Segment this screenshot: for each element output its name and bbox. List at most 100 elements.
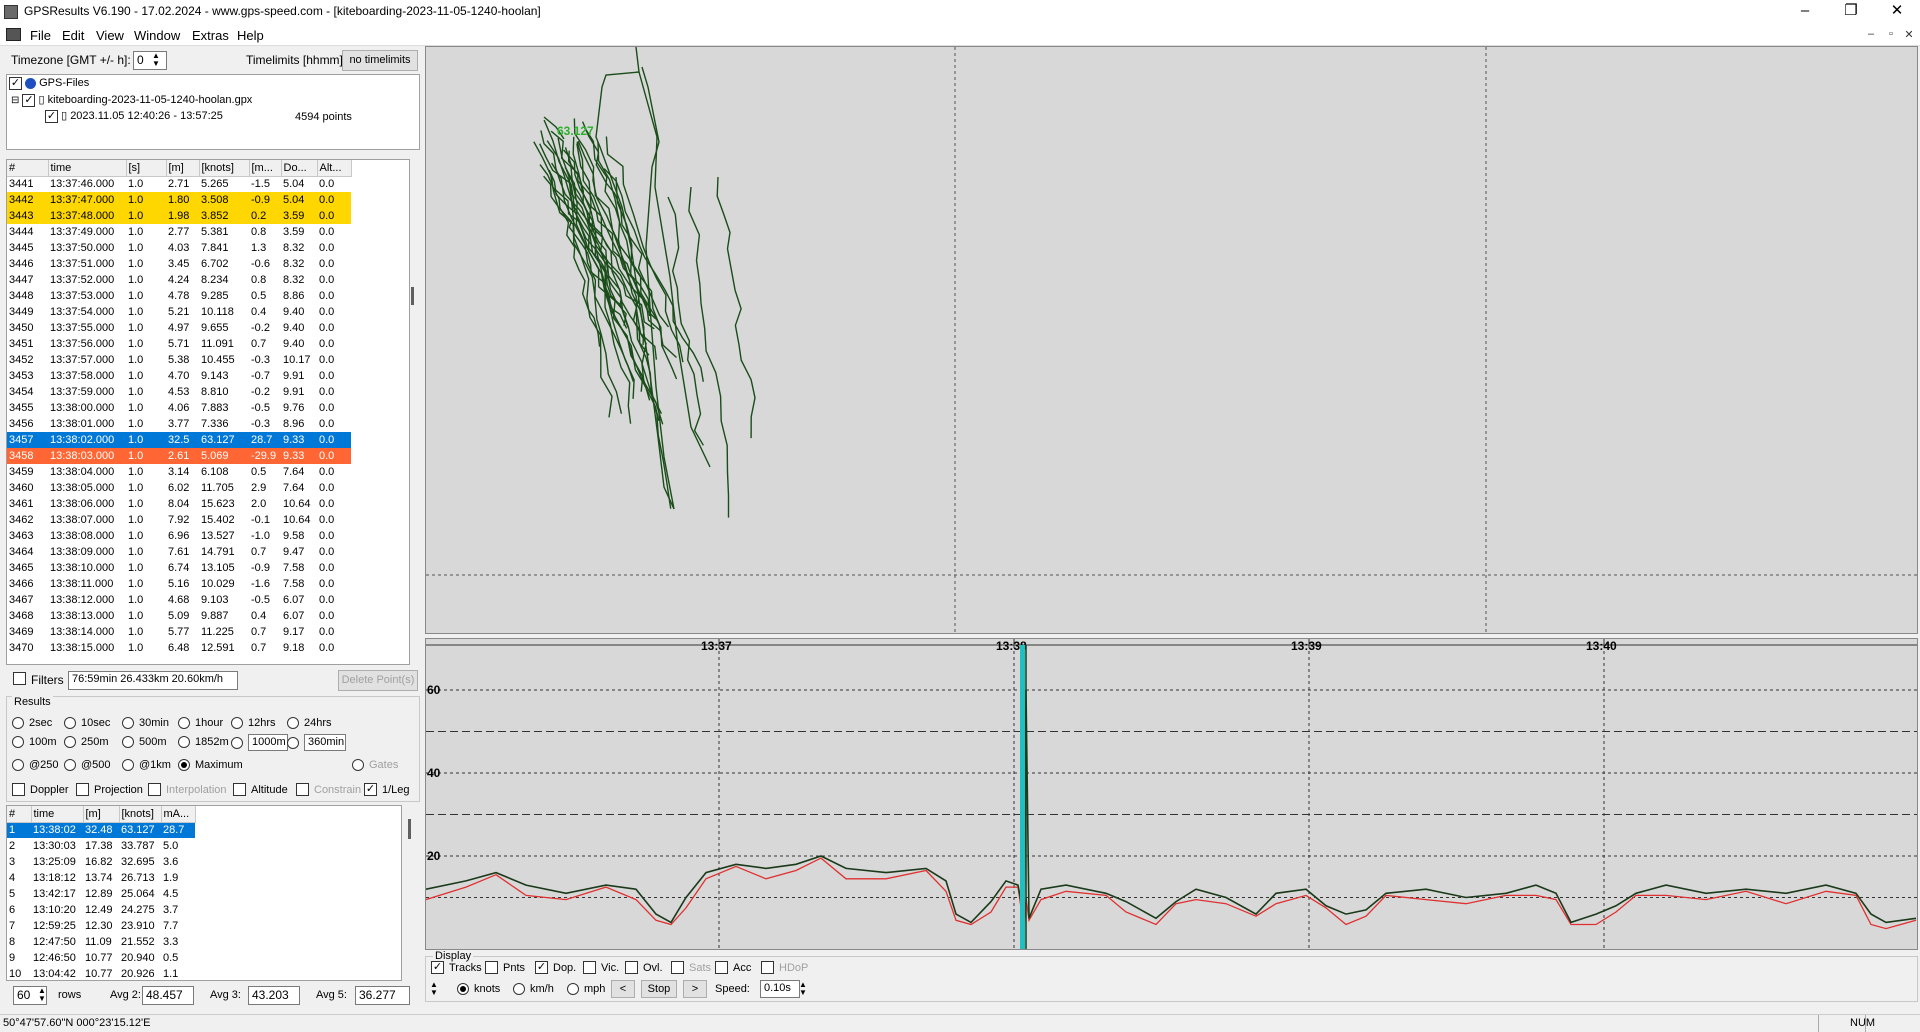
radio-button[interactable] [122,717,134,729]
session-checkbox[interactable]: ✓ [45,110,58,123]
result-option-250[interactable]: @250 [12,759,59,771]
table-row[interactable]: 3450 13:37:55.000 1.0 4.97 9.655 -0.2 9.40 0.0 [7,320,351,336]
table-row[interactable]: 3465 13:38:10.000 1.0 6.74 13.105 -0.9 7.58 0.0 [7,560,351,576]
table-row[interactable]: 3457 13:38:02.000 1.0 32.5 63.127 28.7 9.33 0.0 [7,432,351,448]
result-check-constrain[interactable]: Constrain [296,783,361,796]
table-row[interactable]: 3443 13:37:48.000 1.0 1.98 3.852 0.2 3.59 0.0 [7,208,351,224]
result-option-250m[interactable]: 250m [64,736,109,748]
result-row[interactable]: 3 13:25:09 16.82 32.695 3.6 [7,854,195,870]
table-row[interactable]: 3464 13:38:09.000 1.0 7.61 14.791 0.7 9.47 0.0 [7,544,351,560]
checkbox[interactable] [12,783,25,796]
table-row[interactable]: 3469 13:38:14.000 1.0 5.77 11.225 0.7 9.17 0.0 [7,624,351,640]
result-option-360min[interactable]: 360min [287,734,346,751]
radio-button[interactable] [64,736,76,748]
result-row[interactable]: 8 12:47:50 11.09 21.552 3.3 [7,934,195,950]
radio-button[interactable] [178,759,190,771]
result-option-24hrs[interactable]: 24hrs [287,717,332,729]
column-header[interactable]: [m] [83,806,120,823]
stop-button[interactable]: Stop [641,980,677,998]
unit-option-knots[interactable]: knots [457,983,500,995]
mdi-minimize-button[interactable]: – [1862,28,1880,42]
result-check-doppler[interactable]: Doppler [12,783,69,796]
table-row[interactable]: 3456 13:38:01.000 1.0 3.77 7.336 -0.3 8.96 0.0 [7,416,351,432]
results-table[interactable]: # time [m] [knots] mA... 1 13:38:02 32.48 63.12… [6,805,402,981]
close-button[interactable]: ✕ [1874,0,1920,24]
playback-speed-input[interactable]: 0.10s [760,980,800,998]
result-option-30min[interactable]: 30min [122,717,169,729]
column-header[interactable]: [s] [126,160,167,177]
menu-extras[interactable]: Extras [192,28,229,43]
result-row[interactable]: 5 13:42:17 12.89 25.064 4.5 [7,886,195,902]
unit-option-kmh[interactable]: km/h [513,983,554,995]
result-option-500[interactable]: @500 [64,759,111,771]
menu-view[interactable]: View [96,28,124,43]
column-header[interactable]: [m... [249,160,282,177]
previous-button[interactable]: < [611,980,635,998]
table-row[interactable]: 3441 13:37:46.000 1.0 2.71 5.265 -1.5 5.04 0.0 [7,176,351,192]
table-row[interactable]: 3463 13:38:08.000 1.0 6.96 13.527 -1.0 9.58 0.0 [7,528,351,544]
menu-edit[interactable]: Edit [62,28,84,43]
result-option-1000m[interactable]: 1000m [231,734,288,751]
display-check-sats[interactable]: Sats [671,961,711,974]
result-option-12hrs[interactable]: 12hrs [231,717,276,729]
column-header[interactable]: # [7,806,32,823]
checkbox[interactable] [625,961,638,974]
duration-input[interactable]: 360min [304,734,346,751]
column-header[interactable]: mA... [161,806,196,823]
menu-file[interactable]: File [30,28,51,43]
table-row[interactable]: 3454 13:37:59.000 1.0 4.53 8.810 -0.2 9.91 0.0 [7,384,351,400]
column-header[interactable]: [knots] [119,806,162,823]
mdi-close-button[interactable]: ✕ [1900,28,1918,42]
delete-points-button[interactable]: Delete Point(s) [338,670,418,691]
speed-graph-panel[interactable]: 13:37 13:38 13:39 13:40 60 40 20 [425,638,1918,950]
column-header[interactable]: # [7,160,49,177]
result-row[interactable]: 4 13:18:12 13.74 26.713 1.9 [7,870,195,886]
result-option-gates[interactable]: Gates [352,759,398,771]
display-spinner-icon[interactable]: ▲ ▼ [430,981,438,997]
table-row[interactable]: 3444 13:37:49.000 1.0 2.77 5.381 0.8 3.59 0.0 [7,224,351,240]
radio-button[interactable] [457,983,469,995]
table-row[interactable]: 3467 13:38:12.000 1.0 4.68 9.103 -0.5 6.07 0.0 [7,592,351,608]
result-option-1hour[interactable]: 1hour [178,717,223,729]
radio-button[interactable] [287,736,299,749]
column-header[interactable]: [knots] [199,160,250,177]
checkbox[interactable] [761,961,774,974]
app-icon[interactable] [4,5,18,19]
checkbox[interactable] [671,961,684,974]
result-check-interpolation[interactable]: Interpolation [148,783,227,796]
display-check-acc[interactable]: Acc [715,961,751,974]
root-checkbox[interactable]: ✓ [9,77,22,90]
result-option-100m[interactable]: 100m [12,736,57,748]
checkbox[interactable]: ✓ [535,961,548,974]
table-row[interactable]: 3470 13:38:15.000 1.0 6.48 12.591 0.7 9.18 0.0 [7,640,351,656]
result-row[interactable]: 9 12:46:50 10.77 20.940 0.5 [7,950,195,966]
result-option-maximum[interactable]: Maximum [178,759,243,771]
tree-session[interactable]: ✓ ▯ 2023.11.05 12:40:26 - 13:57:25 [45,109,223,123]
radio-button[interactable] [12,736,24,748]
display-check-vic[interactable]: Vic. [583,961,619,974]
checkbox[interactable] [485,961,498,974]
column-header[interactable]: Do... [281,160,318,177]
results-scrollbar[interactable] [402,805,420,981]
display-check-dop[interactable]: ✓ Dop. [535,961,576,974]
table-row[interactable]: 3461 13:38:06.000 1.0 8.04 15.623 2.0 10.64 0.0 [7,496,351,512]
table-row[interactable]: 3446 13:37:51.000 1.0 3.45 6.702 -0.6 8.32 0.0 [7,256,351,272]
table-row[interactable]: 3448 13:37:53.000 1.0 4.78 9.285 0.5 8.86 0.0 [7,288,351,304]
radio-button[interactable] [231,736,243,749]
result-option-500m[interactable]: 500m [122,736,167,748]
radio-button[interactable] [12,717,24,729]
table-row[interactable]: 3466 13:38:11.000 1.0 5.16 10.029 -1.6 7.58 0.0 [7,576,351,592]
radio-button[interactable] [122,736,134,748]
radio-button[interactable] [64,759,76,771]
checkbox[interactable] [296,783,309,796]
radio-button[interactable] [178,736,190,748]
file-checkbox[interactable]: ✓ [22,94,36,107]
result-row[interactable]: 7 12:59:25 12.30 23.910 7.7 [7,918,195,934]
display-check-ovl[interactable]: Ovl. [625,961,663,974]
column-header[interactable]: time [31,806,84,823]
column-header[interactable]: [m] [166,160,200,177]
rows-spinner-icon[interactable]: ▲ ▼ [38,987,46,1003]
table-row[interactable]: 3460 13:38:05.000 1.0 6.02 11.705 2.9 7.64 0.0 [7,480,351,496]
unit-option-mph[interactable]: mph [567,983,605,995]
checkbox[interactable] [148,783,161,796]
